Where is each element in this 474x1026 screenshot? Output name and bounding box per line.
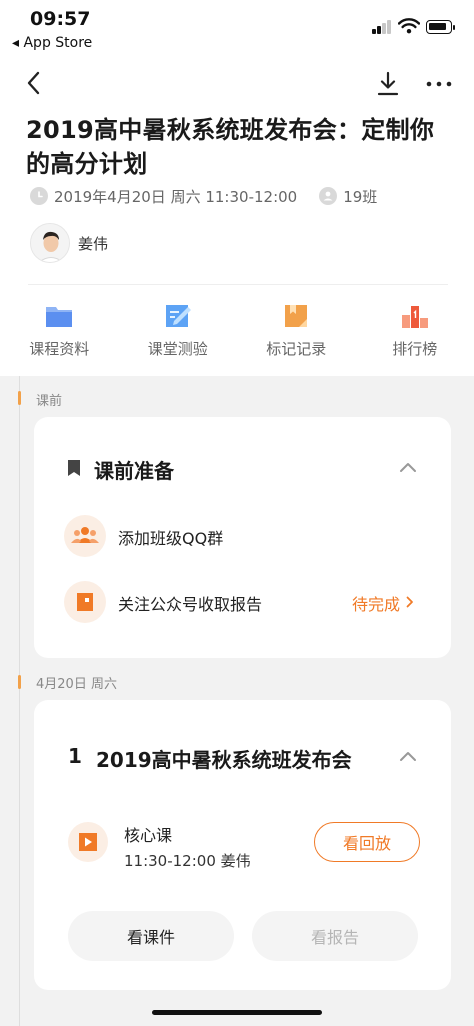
section-label-date: 4月20日 周六 [36, 677, 117, 692]
battery-icon [426, 20, 455, 34]
more-options-icon[interactable] [424, 70, 454, 98]
collapse-chevron-icon[interactable] [398, 749, 418, 763]
replay-button[interactable]: 看回放 [314, 822, 420, 862]
lecture-meta: 2019年4月20日 周六 11:30-12:00 19班 [30, 184, 377, 208]
section-label-pre: 课前 [36, 394, 63, 409]
class-icon [319, 187, 338, 205]
status-bar: 09:57 ◂ App Store [0, 0, 474, 56]
bookmark-note-icon [285, 305, 308, 327]
lesson-time: 11:30-12:00 姜伟 [124, 852, 251, 870]
back-to-app-store[interactable]: ◂ App Store [12, 35, 92, 51]
home-indicator [152, 1010, 322, 1015]
pending-status: 待完成 [352, 595, 401, 614]
lecture-title: 2019高中暑秋系统班发布会：定制你的高分计划 [26, 116, 435, 178]
courseware-button[interactable]: 看课件 [68, 911, 234, 961]
podium-icon [401, 306, 428, 328]
schedule-section: 课前 课前准备 添加班级QQ群 关注公众号收取报告 待完成 4月20日 周六 1… [0, 376, 474, 1026]
lesson-type: 核心课 [124, 826, 173, 845]
download-icon[interactable] [374, 70, 402, 98]
bookmark-icon [68, 460, 80, 476]
tool-leaderboard[interactable]: 排行榜 [356, 298, 474, 368]
teacher-info[interactable]: 姜伟 [30, 222, 108, 264]
timeline-marker [18, 391, 21, 405]
back-arrow-icon[interactable] [20, 68, 50, 98]
session-card: 1 2019高中暑秋系统班发布会 核心课 11:30-12:00 姜伟 看回放 … [34, 700, 451, 990]
prep-card: 课前准备 添加班级QQ群 关注公众号收取报告 待完成 [34, 417, 451, 658]
teacher-avatar [30, 223, 70, 263]
prep-item-text: 关注公众号收取报告 [118, 595, 263, 614]
cellular-signal-icon [372, 20, 392, 34]
wifi-icon [398, 18, 420, 34]
tool-label: 课堂测验 [147, 340, 208, 358]
prep-card-title: 课前准备 [94, 459, 174, 483]
quiz-icon [165, 305, 191, 327]
tool-label: 课程资料 [29, 340, 90, 358]
tool-label: 标记记录 [266, 340, 327, 358]
collapse-chevron-icon[interactable] [398, 460, 418, 474]
tool-course-materials[interactable]: 课程资料 [0, 298, 119, 368]
session-title: 2019高中暑秋系统班发布会 [96, 748, 352, 772]
tools-row: 课程资料 课堂测验 标记记录 排行榜 [0, 298, 474, 368]
prep-item-text: 添加班级QQ群 [118, 529, 224, 548]
teacher-name: 姜伟 [78, 234, 109, 253]
timeline-line [19, 376, 20, 1026]
lecture-datetime: 2019年4月20日 周六 11:30-12:00 [54, 187, 298, 206]
tool-mark-records[interactable]: 标记记录 [237, 298, 356, 368]
class-count: 19班 [343, 187, 378, 206]
folder-icon [46, 307, 73, 327]
clock-icon [30, 187, 48, 205]
divider [28, 284, 448, 285]
timeline-marker [18, 675, 21, 689]
tool-class-quiz[interactable]: 课堂测验 [119, 298, 238, 368]
video-play-icon [68, 822, 108, 862]
status-time: 09:57 [30, 8, 91, 30]
chevron-right-icon [406, 596, 413, 608]
report-icon [64, 581, 106, 623]
tool-label: 排行榜 [392, 340, 438, 358]
group-icon [64, 515, 106, 557]
session-index: 1 [68, 744, 82, 768]
report-button[interactable]: 看报告 [252, 911, 418, 961]
